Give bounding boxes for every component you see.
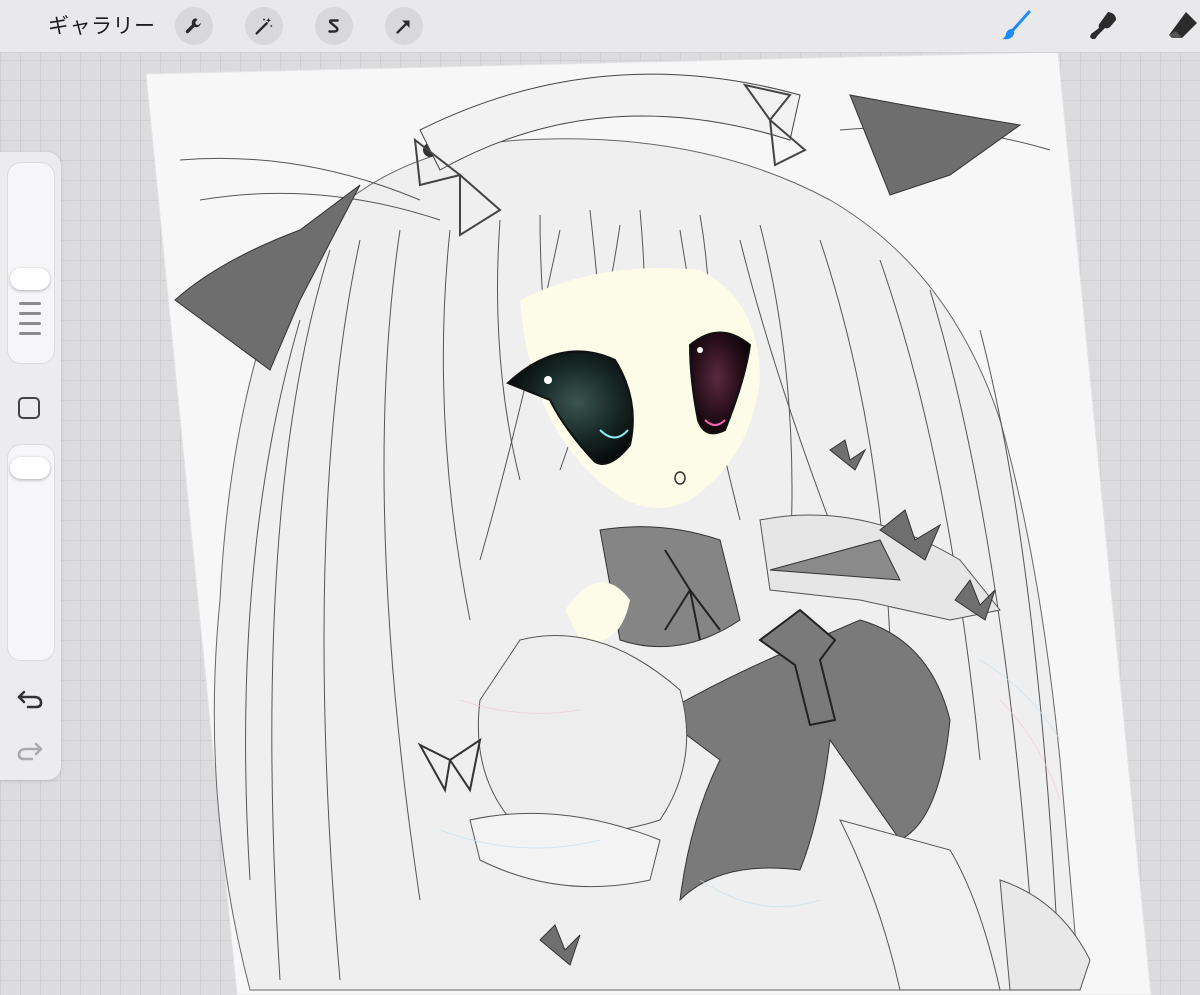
- selection-button[interactable]: [315, 7, 353, 45]
- brush-size-thumb[interactable]: [10, 268, 50, 290]
- wrench-icon: [185, 18, 201, 34]
- undo-arrow-icon: [17, 690, 43, 709]
- erase-tool-button[interactable]: [1163, 6, 1200, 46]
- undo-button[interactable]: [14, 682, 46, 714]
- redo-button[interactable]: [14, 734, 46, 766]
- redo-arrow-icon: [17, 742, 43, 761]
- magic-wand-icon: [255, 17, 273, 35]
- smudge-tool-button[interactable]: [1083, 6, 1123, 46]
- opacity-thumb[interactable]: [10, 457, 50, 479]
- adjustments-button[interactable]: [245, 7, 283, 45]
- eye-sparkle: [544, 376, 552, 384]
- eye-sparkle: [697, 347, 703, 353]
- slider-grip-line: [19, 332, 41, 335]
- smudge-icon: [1090, 12, 1116, 39]
- selection-s-icon: [328, 19, 339, 33]
- transform-button[interactable]: [385, 7, 423, 45]
- eraser-icon: [1169, 12, 1197, 38]
- slider-grip-line: [19, 302, 41, 305]
- slider-grip-line: [19, 312, 41, 315]
- actions-button[interactable]: [175, 7, 213, 45]
- arrow-cursor-icon: [396, 20, 410, 34]
- slider-grip-line: [19, 322, 41, 325]
- canvas-area[interactable]: [0, 52, 1200, 995]
- top-toolbar: ギャラリー: [0, 0, 1200, 53]
- paint-tool-button[interactable]: [996, 6, 1036, 46]
- brush-icon: [1002, 10, 1031, 40]
- artwork-canvas[interactable]: [0, 52, 1200, 995]
- modify-button[interactable]: [18, 397, 40, 419]
- gallery-button[interactable]: ギャラリー: [48, 12, 156, 40]
- left-sidebar: [0, 152, 61, 780]
